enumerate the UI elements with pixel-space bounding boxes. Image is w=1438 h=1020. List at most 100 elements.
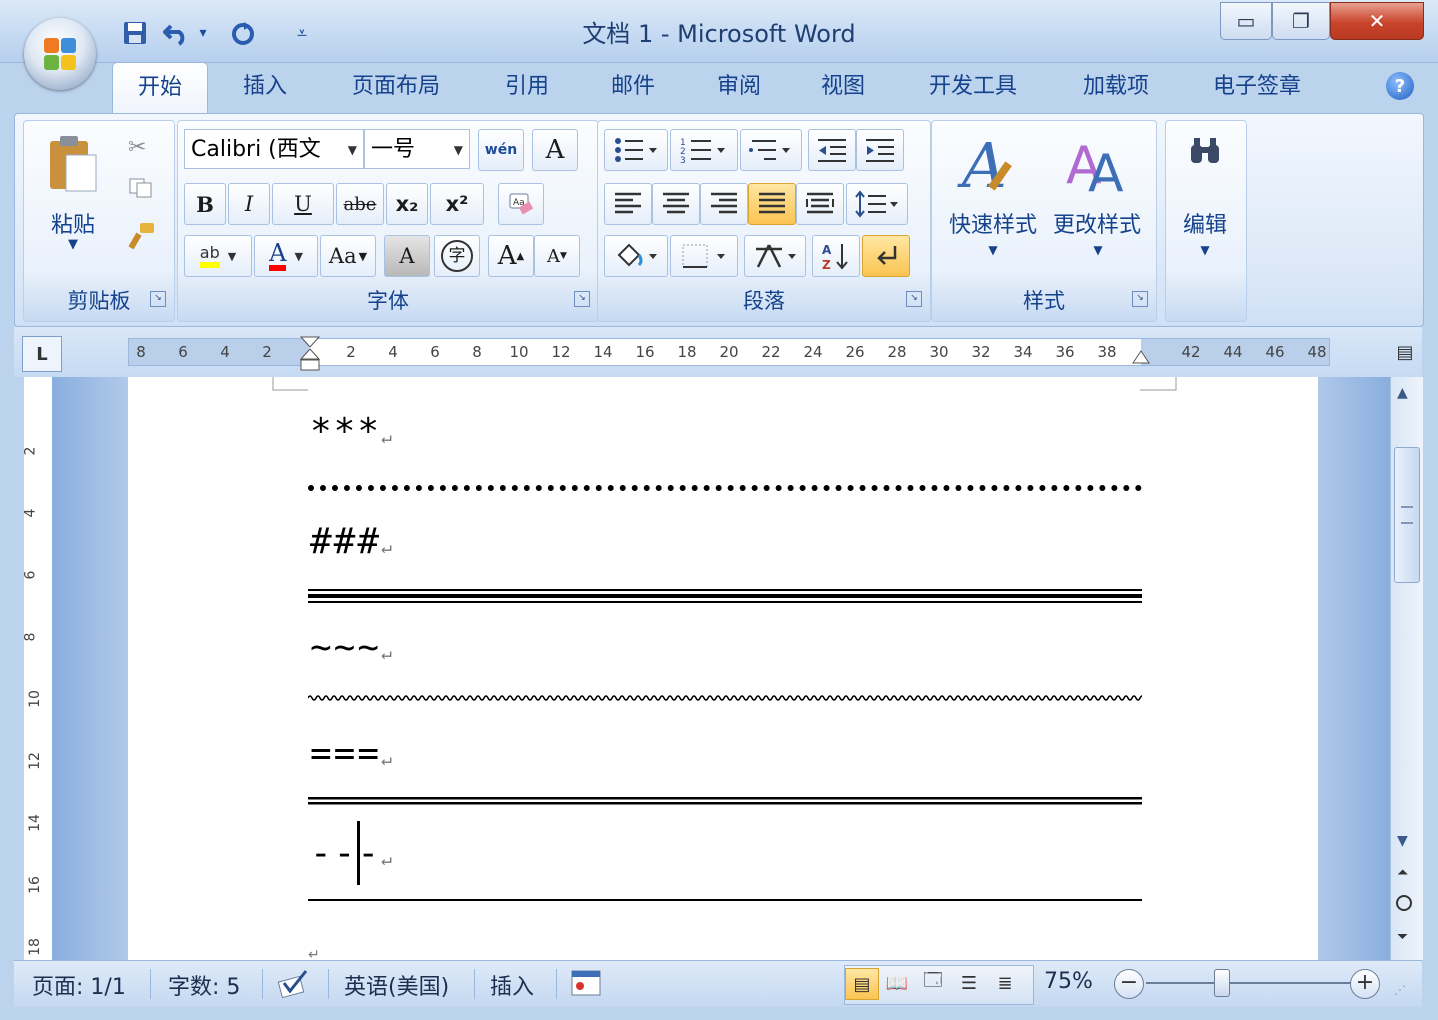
shading-icon[interactable] — [604, 235, 668, 277]
decrease-indent-icon[interactable] — [808, 129, 856, 171]
change-case-dropdown-icon[interactable]: ▼ — [359, 250, 367, 263]
draft-view-icon[interactable]: ≣ — [989, 968, 1021, 998]
full-screen-reading-icon[interactable]: 📖 — [881, 968, 913, 998]
change-case-button[interactable]: Aa ▼ — [320, 235, 376, 277]
horizontal-ruler[interactable]: 8 6 4 2 2 4 6 8 10 12 14 16 18 20 22 24 26 28 30 32 34 36 38 42… — [128, 336, 1330, 371]
outline-view-icon[interactable]: ☰ — [953, 968, 985, 998]
vertical-scrollbar[interactable]: ▲ ▼ ⏶ ⏷ — [1390, 377, 1423, 960]
shrink-font-button[interactable]: A ▼ — [534, 235, 580, 277]
tab-selector-icon[interactable]: L — [22, 336, 62, 372]
restore-button[interactable]: ❐ — [1272, 2, 1330, 40]
align-center-icon[interactable] — [652, 183, 700, 225]
zoom-level[interactable]: 75% — [1044, 969, 1093, 994]
paragraph-launcher-icon[interactable]: ↘ — [906, 291, 922, 307]
justify-icon[interactable] — [748, 183, 796, 225]
editing-button[interactable]: 编辑 ▼ — [1170, 125, 1240, 315]
font-name-dropdown-icon[interactable]: ▼ — [348, 130, 357, 170]
font-color-button[interactable]: A ▼ — [254, 235, 318, 277]
print-layout-view-icon[interactable]: ▤ — [845, 968, 879, 1000]
tab-references[interactable]: 引用 — [484, 62, 570, 114]
clear-formatting-icon[interactable]: Aa — [498, 183, 544, 225]
macro-record-icon[interactable] — [570, 969, 602, 1001]
change-case-label: Aa — [328, 244, 357, 268]
tab-home[interactable]: 开始 — [112, 62, 208, 115]
underline-button[interactable]: U — [272, 183, 334, 225]
grow-font-button[interactable]: A ▲ — [488, 235, 534, 277]
superscript-button[interactable]: x² — [430, 183, 484, 225]
align-right-icon[interactable] — [700, 183, 748, 225]
zoom-in-icon[interactable]: + — [1350, 969, 1380, 999]
styles-launcher-icon[interactable]: ↘ — [1132, 291, 1148, 307]
borders-icon[interactable] — [670, 235, 738, 277]
help-icon[interactable]: ? — [1386, 72, 1414, 100]
bold-button[interactable]: B — [184, 183, 226, 225]
font-color-dropdown-icon[interactable]: ▼ — [294, 250, 302, 263]
phonetic-guide-button[interactable]: wén — [478, 129, 524, 171]
chinese-layout-icon[interactable] — [744, 235, 806, 277]
char-shading-button[interactable]: A — [384, 235, 430, 277]
highlight-button[interactable]: ab ▼ — [184, 235, 252, 277]
insert-mode-status[interactable]: 插入 — [490, 969, 534, 1001]
minimize-button[interactable]: ▭ — [1220, 2, 1272, 40]
tab-page-layout[interactable]: 页面布局 — [336, 62, 456, 114]
strikethrough-button[interactable]: abe — [336, 183, 384, 225]
clipboard-launcher-icon[interactable]: ↘ — [150, 291, 166, 307]
copy-icon[interactable] — [128, 177, 152, 198]
sort-icon[interactable]: AZ — [812, 235, 860, 277]
increase-indent-icon[interactable] — [856, 129, 904, 171]
tab-review[interactable]: 审阅 — [696, 62, 782, 114]
tab-view[interactable]: 视图 — [800, 62, 886, 114]
browse-object-icon[interactable] — [1396, 895, 1412, 911]
char-border-button[interactable]: A — [532, 129, 578, 171]
line-spacing-icon[interactable] — [846, 183, 908, 225]
quick-styles-icon: A — [957, 131, 1012, 202]
grow-font-label: A — [497, 241, 517, 271]
show-hide-marks-icon[interactable] — [862, 235, 910, 277]
font-name-combo[interactable]: Calibri (西文 ▼ — [184, 129, 364, 169]
numbering-icon[interactable]: 123 — [670, 129, 738, 171]
web-layout-icon[interactable]: 🗔 — [917, 968, 949, 998]
close-button[interactable]: ✕ — [1330, 2, 1424, 40]
vertical-ruler-number: 8 — [22, 632, 39, 642]
font-launcher-icon[interactable]: ↘ — [574, 291, 590, 307]
word-count[interactable]: 字数: 5 — [168, 969, 240, 1001]
bullets-icon[interactable] — [604, 129, 668, 171]
proofing-icon[interactable] — [276, 967, 312, 1003]
italic-button[interactable]: I — [228, 183, 270, 225]
next-page-icon[interactable]: ⏷ — [1397, 929, 1408, 945]
office-button[interactable] — [24, 18, 96, 90]
multilevel-list-icon[interactable] — [740, 129, 802, 171]
font-size-dropdown-icon[interactable]: ▼ — [454, 130, 463, 170]
tab-insert[interactable]: 插入 — [222, 62, 308, 114]
zoom-out-icon[interactable]: − — [1114, 969, 1144, 999]
document-page[interactable]: ***↵ ###↵ ~~~↵ ===↵ ---↵ ↵ — [128, 377, 1318, 960]
scroll-up-icon[interactable]: ▲ — [1397, 385, 1408, 401]
vertical-ruler[interactable]: 2 4 6 8 10 12 14 16 18 — [22, 377, 53, 960]
page-count[interactable]: 页面: 1/1 — [32, 969, 126, 1001]
highlight-dropdown-icon[interactable]: ▼ — [228, 250, 236, 263]
change-styles-button[interactable]: A A 更改样式 ▼ — [1046, 125, 1150, 265]
subscript-button[interactable]: x₂ — [386, 183, 428, 225]
cut-icon[interactable]: ✂ — [128, 135, 146, 160]
tab-addins[interactable]: 加载项 — [1066, 62, 1166, 114]
quick-styles-button[interactable]: A 快速样式 ▼ — [938, 125, 1042, 265]
tab-e-signature[interactable]: 电子签章 — [1196, 62, 1318, 114]
language-status[interactable]: 英语(美国) — [344, 969, 449, 1001]
tab-developer[interactable]: 开发工具 — [912, 62, 1034, 114]
scroll-down-icon[interactable]: ▼ — [1397, 833, 1408, 849]
previous-page-icon[interactable]: ⏶ — [1397, 865, 1408, 881]
scroll-thumb[interactable] — [1394, 447, 1420, 583]
zoom-slider-thumb[interactable] — [1214, 969, 1231, 997]
distributed-icon[interactable] — [796, 183, 844, 225]
indent-marker-icon[interactable] — [299, 335, 321, 373]
view-ruler-icon[interactable]: ▤ — [1390, 336, 1420, 368]
tab-mailings[interactable]: 邮件 — [590, 62, 676, 114]
format-painter-icon[interactable] — [128, 221, 158, 251]
zoom-slider-track[interactable] — [1146, 969, 1354, 997]
paste-button[interactable]: 粘贴 ▼ — [38, 129, 108, 259]
resize-grip-icon[interactable]: ⋰ — [1394, 983, 1406, 997]
enclose-char-button[interactable]: 字 — [434, 235, 480, 277]
right-indent-marker-icon[interactable] — [1131, 347, 1151, 365]
font-size-combo[interactable]: 一号 ▼ — [364, 129, 470, 169]
align-left-icon[interactable] — [604, 183, 652, 225]
